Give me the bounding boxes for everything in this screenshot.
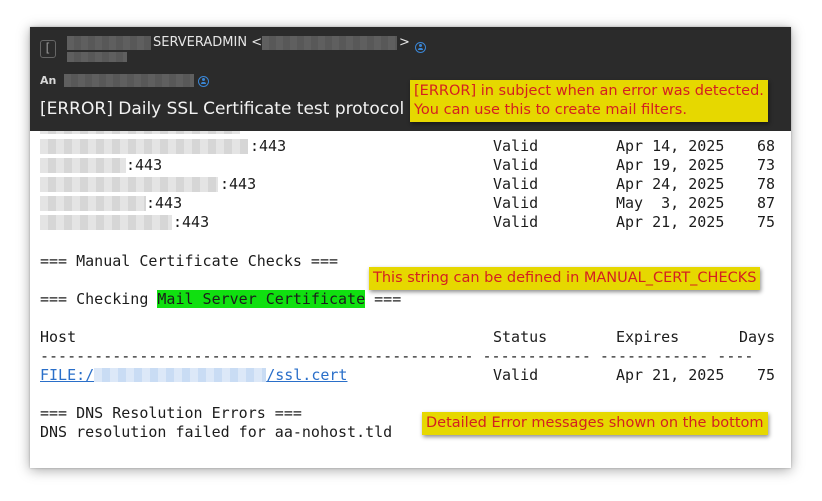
- sender-redacted: [67, 36, 151, 50]
- expires-cell: May 3, 2025: [616, 194, 725, 212]
- sender-redacted: [67, 52, 127, 62]
- dns-errors-heading: === DNS Resolution Errors ===: [40, 404, 302, 422]
- host-port: :443: [146, 194, 183, 212]
- file-path-redacted[interactable]: [94, 368, 267, 382]
- to-label: An: [40, 74, 57, 87]
- contact-icon[interactable]: [198, 76, 209, 87]
- days-cell: 68: [757, 137, 776, 155]
- column-days: Days: [739, 328, 776, 346]
- host-port: :443: [173, 213, 210, 231]
- table-separator: ----------------------------------------…: [40, 347, 754, 365]
- host-port: :443: [220, 175, 257, 193]
- email-subject: [ERROR] Daily SSL Certificate test proto…: [40, 99, 405, 119]
- file-link[interactable]: FILE:/ /ssl.cert: [40, 366, 347, 385]
- contact-icon[interactable]: [415, 42, 426, 53]
- days-cell: 75: [757, 366, 776, 384]
- host-redacted: [40, 177, 218, 192]
- status-cell: Valid: [493, 156, 539, 174]
- recipient-redacted: [64, 74, 194, 87]
- callout-subject: [ERROR] in subject when an error was det…: [410, 80, 768, 122]
- expires-cell: Apr 14, 2025: [616, 137, 725, 155]
- days-cell: 73: [757, 156, 776, 174]
- days-cell: 87: [757, 194, 776, 212]
- column-host: Host: [40, 328, 77, 346]
- status-cell: Valid: [493, 213, 539, 231]
- file-link-suffix[interactable]: /ssl.cert: [266, 366, 347, 384]
- manual-checks-heading: === Manual Certificate Checks ===: [40, 252, 339, 270]
- callout-errors: Detailed Error messages shown on the bot…: [422, 412, 768, 435]
- host-redacted: [40, 139, 248, 154]
- file-link-prefix[interactable]: FILE:/: [40, 366, 94, 384]
- expires-cell: Apr 19, 2025: [616, 156, 725, 174]
- status-cell: Valid: [493, 366, 539, 384]
- sender-email-redacted: [262, 36, 397, 50]
- host-redacted: [40, 196, 146, 211]
- checking-heading: === Checking Mail Server Certificate ===: [40, 290, 401, 309]
- status-cell: Valid: [493, 137, 539, 155]
- host-redacted: [40, 215, 172, 230]
- checking-suffix: ===: [365, 290, 402, 308]
- sender-email-close: >: [399, 35, 410, 50]
- days-cell: 75: [757, 213, 776, 231]
- avatar[interactable]: [: [40, 40, 56, 58]
- host-redacted: [40, 158, 126, 173]
- expires-cell: Apr 24, 2025: [616, 175, 725, 193]
- host-port: :443: [250, 137, 287, 155]
- host-port: :443: [126, 156, 163, 174]
- sender-name[interactable]: SERVERADMIN <: [153, 35, 262, 50]
- email-window: :443 Valid Apr 14, 2025 68 :443 Valid Ap…: [30, 27, 791, 468]
- dns-error-message: DNS resolution failed for aa-nohost.tld: [40, 423, 393, 441]
- checking-name-highlight: Mail Server Certificate: [157, 290, 366, 308]
- expires-cell: Apr 21, 2025: [616, 366, 725, 384]
- status-cell: Valid: [493, 194, 539, 212]
- column-status: Status: [493, 328, 548, 346]
- status-cell: Valid: [493, 175, 539, 193]
- days-cell: 78: [757, 175, 776, 193]
- checking-prefix: === Checking: [40, 290, 158, 308]
- expires-cell: Apr 21, 2025: [616, 213, 725, 231]
- callout-manual: This string can be defined in MANUAL_CER…: [369, 267, 761, 290]
- column-expires: Expires: [616, 328, 680, 346]
